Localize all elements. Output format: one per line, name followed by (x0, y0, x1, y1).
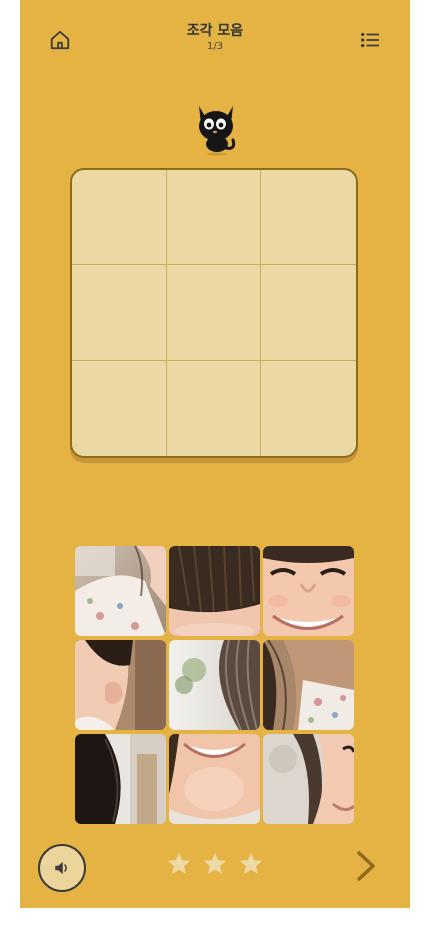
board-slot[interactable] (166, 265, 262, 361)
board-slot[interactable] (72, 360, 167, 456)
star-icon (239, 852, 263, 874)
home-button[interactable] (46, 26, 74, 54)
piece-dark-hair-edge[interactable] (75, 734, 166, 824)
piece-hair-flower-shirt[interactable] (263, 640, 354, 730)
title-block: 조각 모음 1/3 (115, 22, 315, 53)
board-slot[interactable] (261, 265, 356, 361)
star-icon (167, 852, 191, 874)
board-slot[interactable] (166, 170, 262, 266)
piece-hair-blurred-background[interactable] (169, 640, 260, 730)
piece-smiling-eyes[interactable] (263, 546, 354, 636)
piece-bangs-forehead[interactable] (169, 546, 260, 636)
header: 조각 모음 1/3 (20, 0, 410, 70)
game-screen: 조각 모음 1/3 (20, 0, 410, 908)
level-progress: 1/3 (206, 41, 224, 52)
chevron-right-icon[interactable] (352, 850, 380, 882)
speaker-icon (55, 862, 67, 874)
piece-face-right-blurred[interactable] (263, 734, 354, 824)
menu-button[interactable] (356, 26, 384, 54)
home-icon (50, 30, 70, 50)
board-slot[interactable] (72, 170, 167, 266)
board-slot[interactable] (72, 265, 167, 361)
board-slot[interactable] (167, 360, 262, 456)
piece-tray (75, 546, 355, 826)
board-slot[interactable] (261, 361, 356, 456)
footer-bar (20, 840, 410, 896)
piece-cheek-flower-shirt[interactable] (75, 546, 166, 636)
piece-smiling-chin[interactable] (169, 734, 260, 824)
puzzle-board (70, 168, 358, 458)
black-cat-icon (199, 106, 236, 156)
star-icon (203, 852, 227, 874)
star-rating (166, 851, 264, 877)
board-grid (72, 170, 356, 456)
board-slot[interactable] (261, 170, 356, 266)
page-title: 조각 모음 (186, 23, 244, 39)
piece-ear-hair-left[interactable] (75, 640, 166, 730)
list-menu-icon (361, 32, 380, 48)
sound-button[interactable] (38, 844, 86, 892)
